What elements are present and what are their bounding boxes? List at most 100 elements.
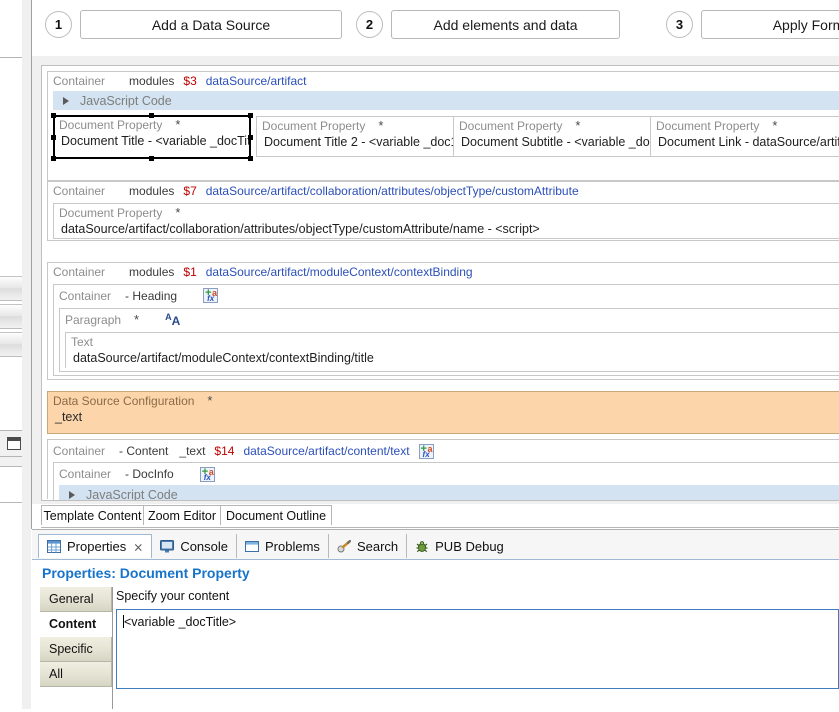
step-3-number: 3 [666, 11, 693, 38]
tab-properties[interactable]: Properties ⨯ [38, 534, 153, 558]
resize-handle-sw[interactable] [51, 156, 56, 161]
paragraph-block[interactable]: Paragraph * AA Text dataSource/artifact/… [59, 308, 839, 372]
container-docinfo-type: Container [59, 467, 112, 481]
container-3-id: $3 [183, 73, 197, 88]
custom-attribute-star: * [175, 205, 181, 220]
tab-zoom-editor[interactable]: Zoom Editor [143, 505, 221, 525]
document-property-2-star: * [378, 118, 384, 133]
expand-triangle-icon[interactable] [63, 96, 69, 105]
container-14-id: $14 [214, 444, 235, 458]
tab-template-content[interactable]: Template Content [41, 505, 144, 525]
add-elements-and-data-button[interactable]: Add elements and data [391, 10, 620, 39]
container-heading-name: - Heading [125, 288, 178, 303]
bottom-view-panel: Properties ⨯ Console Problems Search PUB… [32, 529, 839, 712]
properties-tab-general[interactable]: General [40, 587, 112, 612]
container-block-1[interactable]: Container modules $1 dataSource/artifact… [47, 262, 839, 380]
fx-icon-docinfo[interactable]: + a fx [199, 466, 215, 482]
apply-form-button[interactable]: Apply Form [701, 10, 839, 39]
data-source-config-value: _text [55, 410, 83, 424]
resize-handle-nw[interactable] [51, 113, 56, 118]
document-property-3-star: * [575, 118, 581, 133]
template-design-canvas[interactable]: Container modules $3 dataSource/artifact… [41, 65, 839, 501]
add-data-source-button[interactable]: Add a Data Source [80, 10, 342, 39]
text-type: Text [71, 334, 94, 349]
tab-pub-debug[interactable]: PUB Debug [407, 534, 512, 558]
left-panel-item-1[interactable] [0, 276, 22, 301]
custom-attribute-header: Document Property * [54, 204, 839, 221]
page-title: Properties: Document Property [42, 565, 250, 581]
fx-fx-glyph: fx [207, 294, 215, 303]
data-source-config-type: Data Source Configuration [53, 393, 195, 408]
custom-attribute-type: Document Property [59, 205, 163, 220]
left-panel-field[interactable] [0, 466, 23, 503]
resize-handle-n[interactable] [149, 113, 154, 118]
container-7-header: Container modules $7 dataSource/artifact… [48, 182, 839, 199]
container-14-path: dataSource/artifact/content/text [243, 444, 410, 458]
resize-handle-se[interactable] [248, 156, 253, 161]
console-icon [160, 539, 175, 553]
expand-triangle-icon-2[interactable] [69, 490, 75, 499]
custom-attribute-value: dataSource/artifact/collaboration/attrib… [61, 222, 540, 236]
fx-fx-glyph-docinfo: fx [203, 472, 211, 482]
close-icon[interactable]: ⨯ [133, 540, 143, 554]
view-tab-bar: Properties ⨯ Console Problems Search PUB… [38, 534, 512, 558]
container-heading[interactable]: Container - Heading + a fx Paragraph * A… [53, 284, 839, 376]
left-panel-divider [0, 57, 22, 58]
container-block-7[interactable]: Container modules $7 dataSource/artifact… [47, 181, 839, 241]
resize-handle-s[interactable] [149, 156, 154, 161]
left-panel-item-2[interactable] [0, 304, 22, 329]
properties-panel: Properties: Document Property General Co… [32, 559, 839, 712]
document-property-2[interactable]: Document Property * Document Title 2 - <… [256, 116, 458, 157]
document-property-4[interactable]: Document Property * Document Link - data… [650, 116, 839, 157]
font-style-icon[interactable]: AA [165, 312, 181, 328]
text-block[interactable]: Text dataSource/artifact/moduleContext/c… [65, 332, 839, 368]
container-14-type: Container [53, 444, 106, 458]
application-window: 1 Add a Data Source 2 Add elements and d… [0, 0, 839, 712]
left-panel-item-3[interactable] [0, 332, 22, 357]
properties-tab-all[interactable]: All [40, 662, 112, 687]
fx-icon-content[interactable]: + a fx [418, 443, 434, 459]
javascript-code-row-2[interactable]: JavaScript Code [59, 485, 839, 500]
tab-document-outline[interactable]: Document Outline [220, 505, 332, 525]
document-property-2-header: Document Property * [257, 117, 453, 134]
tab-pub-debug-label: PUB Debug [435, 538, 504, 554]
container-3-path: dataSource/artifact [205, 73, 307, 88]
document-property-1[interactable]: Document Property * Document Title - <va… [53, 115, 251, 159]
container-1-type: Container [53, 264, 106, 279]
properties-tab-content[interactable]: Content [40, 612, 112, 637]
tab-console[interactable]: Console [152, 534, 238, 558]
container-block-3[interactable]: Container modules $3 dataSource/artifact… [47, 71, 839, 181]
properties-tab-filler [40, 687, 112, 712]
tab-properties-label: Properties [67, 539, 127, 554]
container-block-14[interactable]: Container - Content _text $14 dataSource… [47, 439, 839, 500]
problems-icon [245, 540, 260, 553]
text-header: Text [66, 333, 839, 350]
properties-tab-specific[interactable]: Specific [40, 637, 112, 662]
container-heading-type: Container [59, 288, 112, 303]
document-property-1-wrapper[interactable]: Document Property * Document Title - <va… [51, 113, 253, 161]
paragraph-type: Paragraph [65, 312, 122, 327]
document-property-2-type: Document Property [262, 118, 366, 133]
container-docinfo[interactable]: Container - DocInfo + a fx JavaScript Co… [53, 462, 839, 500]
document-property-custom-attribute[interactable]: Document Property * dataSource/artifact/… [53, 203, 839, 239]
container-7-type: Container [53, 183, 106, 198]
container-1-header: Container modules $1 dataSource/artifact… [48, 263, 839, 280]
resize-handle-w[interactable] [51, 135, 56, 140]
data-source-configuration[interactable]: Data Source Configuration * _text [47, 391, 839, 434]
step-2: 2 Add elements and data [356, 10, 620, 39]
font-style-icon-large-a: A [171, 313, 181, 328]
document-property-4-star: * [772, 118, 778, 133]
content-textarea[interactable]: <variable _docTitle> [116, 609, 839, 689]
document-property-1-value: Document Title - <variable _docTit [61, 134, 251, 148]
fx-icon[interactable]: + a fx [203, 288, 219, 303]
tab-search[interactable]: Search [329, 534, 408, 558]
tab-problems[interactable]: Problems [237, 534, 329, 558]
properties-icon [47, 540, 61, 553]
document-property-3[interactable]: Document Property * Document Subtitle - … [453, 116, 651, 157]
javascript-code-row-1[interactable]: JavaScript Code [53, 91, 839, 110]
resize-handle-ne[interactable] [248, 113, 253, 118]
step-1-number: 1 [45, 11, 72, 38]
document-property-4-header: Document Property * [651, 117, 839, 134]
resize-handle-e[interactable] [248, 135, 253, 140]
container-1-path: dataSource/artifact/moduleContext/contex… [205, 264, 473, 279]
